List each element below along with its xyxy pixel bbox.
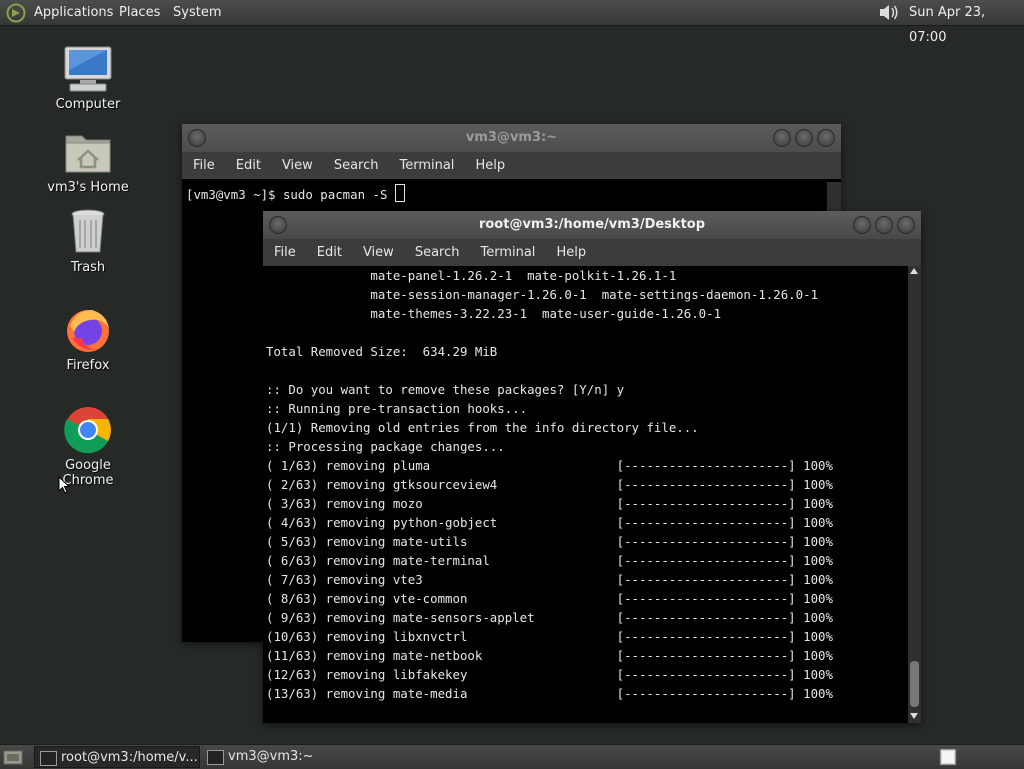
menu-search[interactable]: Search <box>415 239 460 266</box>
firefox-icon <box>67 310 109 352</box>
terminal-output-line: ( 2/63) removing gtksourceview4 [-------… <box>266 477 833 492</box>
terminal-output-line: ( 7/63) removing vte3 [-----------------… <box>266 572 833 587</box>
menu-terminal[interactable]: Terminal <box>399 152 454 179</box>
top-panel: Applications Places System Sun Apr 23, 0… <box>0 0 1024 45</box>
applications-menu[interactable]: Applications <box>34 5 113 20</box>
desktop-icon-label: Firefox <box>66 358 110 373</box>
front-terminal-titlebar[interactable]: root@vm3:/home/vm3/Desktop <box>263 211 921 239</box>
mate-logo-icon[interactable] <box>6 3 26 23</box>
computer-icon <box>64 46 112 92</box>
menu-edit[interactable]: Edit <box>317 239 342 266</box>
clock[interactable]: Sun Apr 23, 07:00 <box>909 0 1024 50</box>
bottom-panel: root@vm3:/home/v... vm3@vm3:~ <box>0 744 1024 769</box>
desktop-icon-home[interactable]: vm3's Home <box>38 128 138 195</box>
terminal-output-line: :: Processing package changes... <box>266 439 505 454</box>
menu-help[interactable]: Help <box>475 152 505 179</box>
workspace-switcher-icon[interactable] <box>939 748 957 766</box>
desktop-icon-label: Trash <box>70 260 106 275</box>
terminal-icon <box>40 751 57 766</box>
terminal-output-line: ( 8/63) removing vte-common [-----------… <box>266 591 833 606</box>
terminal-output-line: mate-themes-3.22.23-1 mate-user-guide-1.… <box>266 306 722 321</box>
terminal-output-line: mate-panel-1.26.2-1 mate-polkit-1.26.1-1 <box>266 268 677 283</box>
menu-file[interactable]: File <box>193 152 215 179</box>
back-terminal-titlebar[interactable]: vm3@vm3:~ <box>182 124 841 152</box>
system-menu[interactable]: System <box>173 5 221 20</box>
terminal-output-line: ( 4/63) removing python-gobject [-------… <box>266 515 833 530</box>
terminal-output-line: :: Running pre-transaction hooks... <box>266 401 528 416</box>
terminal-output-line: (13/63) removing mate-media [-----------… <box>266 686 833 701</box>
menu-edit[interactable]: Edit <box>236 152 261 179</box>
show-desktop-icon[interactable] <box>3 748 23 766</box>
window-title: root@vm3:/home/vm3/Desktop <box>478 217 706 232</box>
terminal-output-line: ( 3/63) removing mozo [-----------------… <box>266 496 833 511</box>
terminal-output-line: (10/63) removing libxnvctrl [-----------… <box>266 629 833 644</box>
front-terminal-window[interactable]: root@vm3:/home/vm3/Desktop File Edit View S… <box>263 211 921 723</box>
close-button[interactable] <box>817 129 835 147</box>
desktop-icon-chrome[interactable]: Google Chrome <box>38 406 138 488</box>
minimize-button[interactable] <box>853 216 871 234</box>
terminal-output-line: ( 6/63) removing mate-terminal [--------… <box>266 553 833 568</box>
desktop-icon-label: vm3's Home <box>47 180 129 195</box>
terminal-icon <box>207 750 224 765</box>
minimize-button[interactable] <box>773 129 791 147</box>
scroll-down-arrow-icon[interactable] <box>910 713 918 719</box>
scrollbar-thumb[interactable] <box>910 661 919 707</box>
terminal-output-line: Total Removed Size: 634.29 MiB <box>266 344 498 359</box>
home-folder-icon <box>65 135 111 173</box>
scroll-up-arrow-icon[interactable] <box>910 268 918 274</box>
menu-view[interactable]: View <box>363 239 394 266</box>
mouse-cursor-icon <box>58 476 70 494</box>
front-terminal-menubar: File Edit View Search Terminal Help <box>263 239 921 266</box>
window-menu-button[interactable] <box>188 129 206 147</box>
taskbar-item-vm3-terminal[interactable]: vm3@vm3:~ <box>202 746 372 768</box>
window-title: vm3@vm3:~ <box>465 130 558 145</box>
terminal-output-line: ( 1/63) removing pluma [----------------… <box>266 458 833 473</box>
terminal-prompt: [vm3@vm3 ~]$ sudo pacman -S <box>186 187 395 202</box>
menu-help[interactable]: Help <box>556 239 586 266</box>
terminal-output-line: ( 9/63) removing mate-sensors-applet [--… <box>266 610 833 625</box>
desktop-icon-firefox[interactable]: Firefox <box>38 306 138 373</box>
menu-file[interactable]: File <box>274 239 296 266</box>
terminal-output-line: :: Do you want to remove these packages?… <box>266 382 625 397</box>
front-terminal-scrollbar[interactable] <box>908 266 921 723</box>
menu-view[interactable]: View <box>282 152 313 179</box>
text-cursor <box>394 184 405 202</box>
desktop-icon-label: Google Chrome <box>62 458 114 488</box>
terminal-output-line: ( 5/63) removing mate-utils [-----------… <box>266 534 833 549</box>
taskbar-item-label: vm3@vm3:~ <box>228 749 314 764</box>
desktop-icon-label: Computer <box>55 97 121 112</box>
maximize-button[interactable] <box>875 216 893 234</box>
terminal-output-line: mate-session-manager-1.26.0-1 mate-setti… <box>266 287 819 302</box>
taskbar-item-root-terminal[interactable]: root@vm3:/home/v... <box>34 746 200 768</box>
window-menu-button[interactable] <box>269 216 287 234</box>
menu-terminal[interactable]: Terminal <box>480 239 535 266</box>
menu-search[interactable]: Search <box>334 152 379 179</box>
chrome-icon <box>64 407 111 454</box>
desktop-icon-computer[interactable]: Computer <box>38 45 138 112</box>
trash-icon <box>71 209 105 253</box>
terminal-output-line: (12/63) removing libfakekey [-----------… <box>266 667 833 682</box>
places-menu[interactable]: Places <box>119 5 160 20</box>
taskbar-item-label: root@vm3:/home/v... <box>61 750 198 765</box>
close-button[interactable] <box>897 216 915 234</box>
desktop-icon-trash[interactable]: Trash <box>38 208 138 275</box>
terminal-output-line: (11/63) removing mate-netbook [---------… <box>266 648 833 663</box>
terminal-output-line: (1/1) Removing old entries from the info… <box>266 420 699 435</box>
back-terminal-menubar: File Edit View Search Terminal Help <box>182 152 841 179</box>
speaker-icon[interactable] <box>878 3 900 22</box>
maximize-button[interactable] <box>795 129 813 147</box>
front-terminal-screen[interactable]: mate-panel-1.26.2-1 mate-polkit-1.26.1-1… <box>263 266 908 723</box>
